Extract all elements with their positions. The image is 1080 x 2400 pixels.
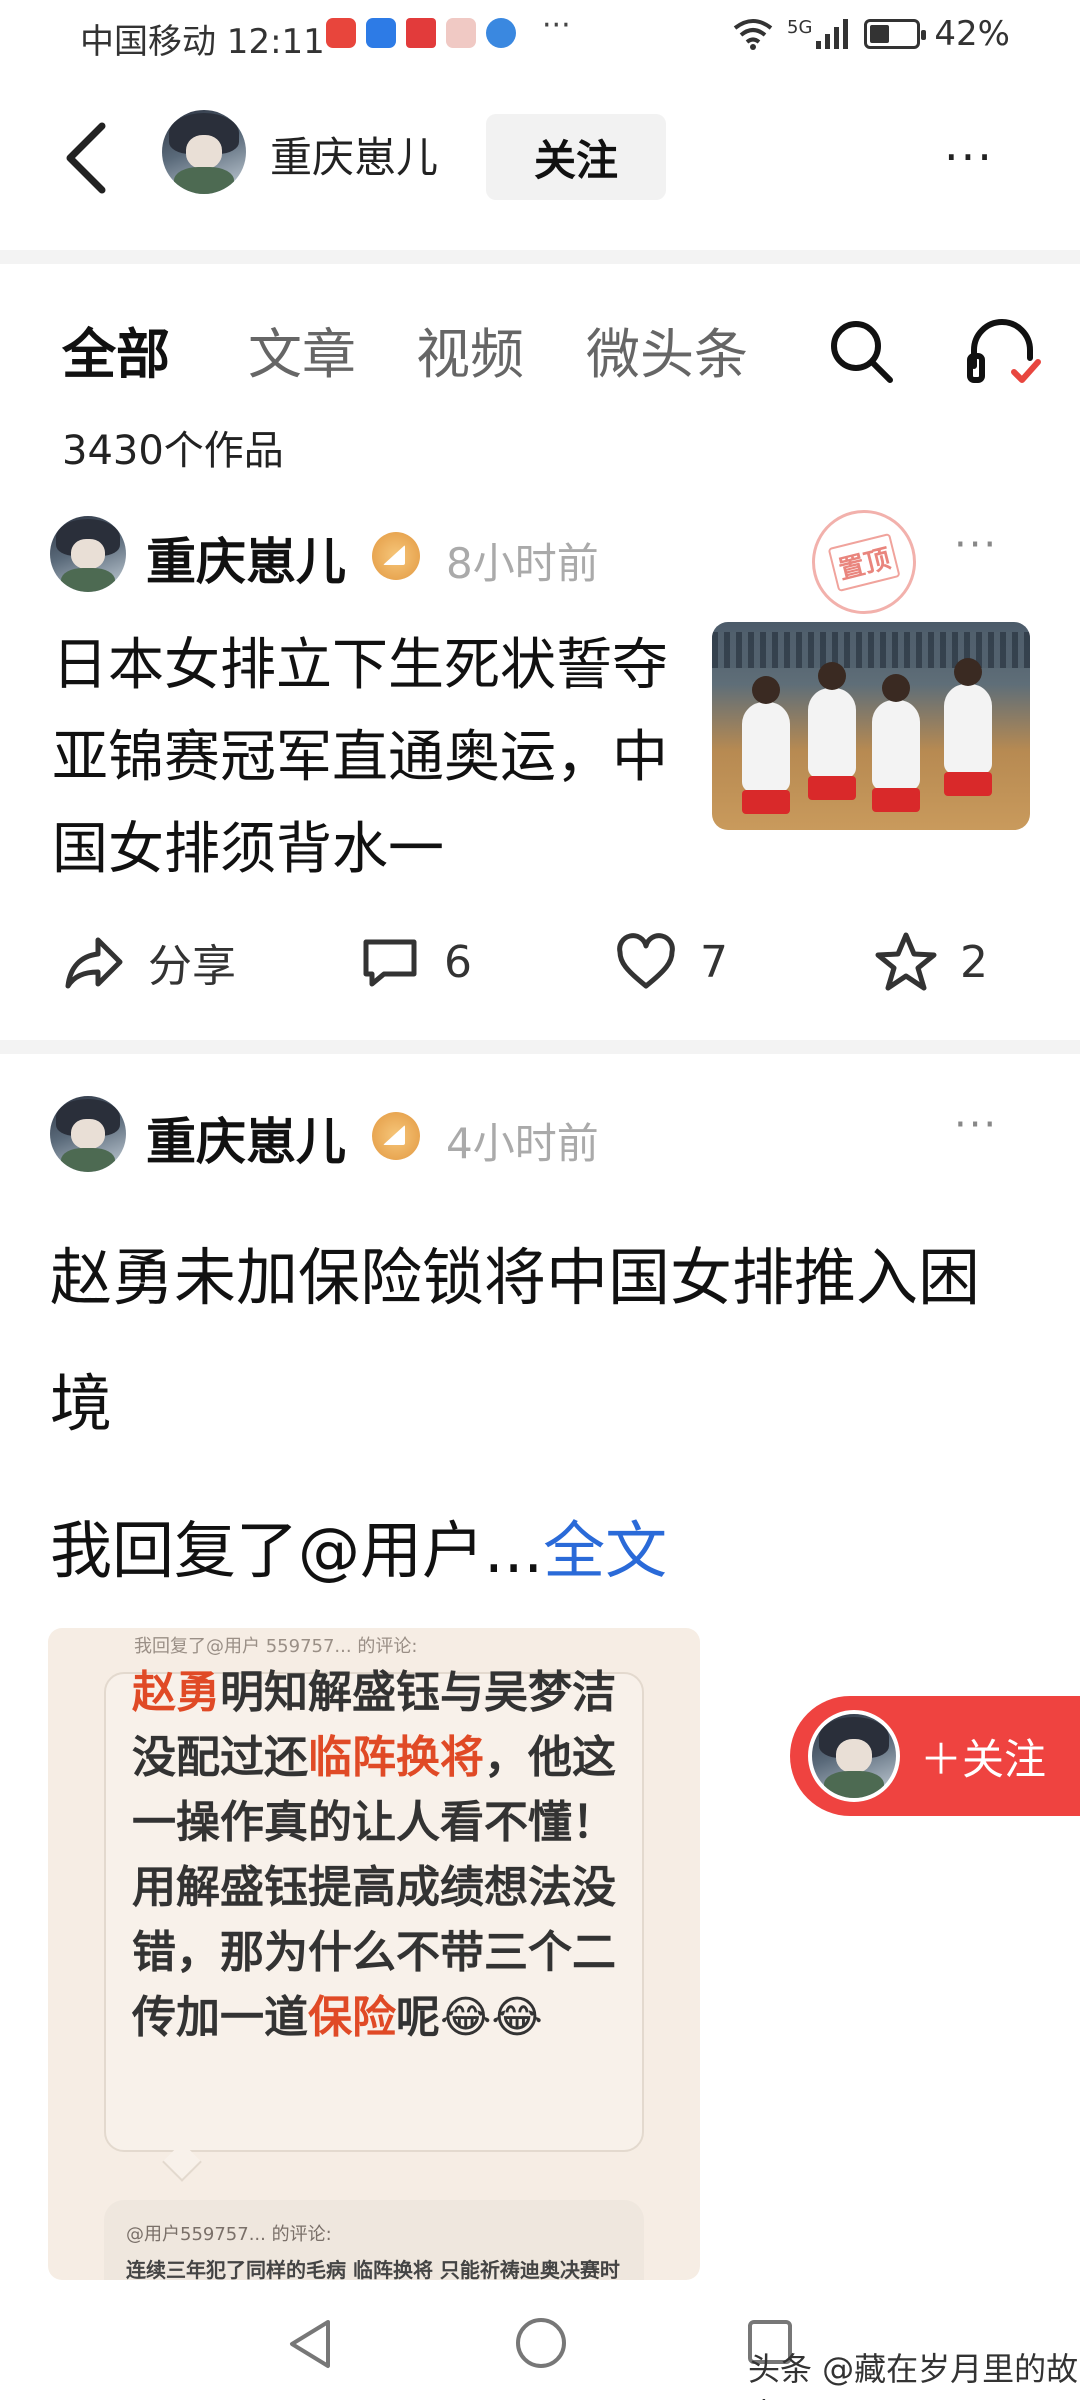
profile-header: 重庆崽儿 关注 ··· (0, 100, 1080, 210)
like-count: 7 (700, 936, 728, 988)
second-comment: @用户559757... 的评论: 连续三年犯了同样的毛病 临阵换将 只能祈祷迪… (104, 2200, 644, 2280)
browser-app-icon (486, 18, 516, 48)
weather-icon (366, 18, 396, 48)
carrier-time: 中国移动 12:11 (80, 22, 325, 62)
favorite-count: 2 (960, 936, 988, 988)
player-figure (944, 658, 992, 796)
post-more-icon[interactable]: ··· (954, 1102, 998, 1148)
author-name[interactable]: 重庆崽儿 (146, 522, 346, 594)
highlight-text: 临阵换将 (308, 1732, 484, 1783)
watermark: 头条 @藏在岁月里的故事 (748, 2350, 1079, 2400)
system-nav-bar: 头条 @藏在岁月里的故事 (0, 2290, 1080, 2400)
post-time: 8小时前 (446, 539, 599, 588)
avatar (808, 1710, 900, 1802)
player-figure (872, 674, 920, 812)
highlight-text: 赵勇 (132, 1667, 220, 1718)
volleyball-net (712, 632, 1030, 668)
heart-icon (617, 933, 675, 989)
back-arrow-icon[interactable] (58, 118, 118, 198)
post-title[interactable]: 赵勇未加保险锁将中国女排推入困境 (50, 1215, 1030, 1467)
like-button[interactable]: 7 (614, 930, 728, 994)
avatar[interactable] (50, 516, 126, 592)
second-comment-text: 连续三年犯了同样的毛病 临阵换将 只能祈祷迪奥决赛时 (126, 2258, 620, 2280)
second-comment-user: @用户559757... 的评论: (126, 2224, 332, 2245)
share-icon (65, 937, 123, 989)
post-more-icon[interactable]: ··· (954, 522, 998, 568)
comment-text: 赵勇明知解盛钰与吴梦洁没配过还临阵换将，他这一操作真的让人看不懂！用解盛钰提高成… (132, 1660, 632, 2050)
works-count: 3430个作品 (62, 428, 284, 474)
nav-home-icon[interactable] (516, 2318, 566, 2368)
post-actions: 分享 6 7 2 (0, 930, 1080, 1010)
huawei-app-icon (326, 18, 356, 48)
share-label: 分享 (148, 941, 236, 992)
signal-icon (816, 19, 849, 49)
more-options-icon[interactable]: ··· (944, 130, 994, 184)
divider (0, 250, 1080, 264)
verified-badge-icon (372, 1112, 420, 1160)
box-app-icon (446, 18, 476, 48)
listen-headset-icon[interactable] (964, 314, 1042, 388)
content-tabs: 全部 文章 视频 微头条 (0, 300, 1080, 390)
divider (0, 1040, 1080, 1054)
post-time: 4小时前 (446, 1119, 599, 1168)
comment-count: 6 (444, 936, 472, 988)
status-bar: 中国移动 12:11 ··· 5G 42% (0, 0, 1080, 75)
wifi-icon (733, 19, 773, 50)
profile-name[interactable]: 重庆崽儿 (270, 124, 438, 185)
favorite-button[interactable]: 2 (874, 930, 988, 994)
tab-micro-posts[interactable]: 微头条 (586, 310, 748, 389)
tab-all[interactable]: 全部 (62, 310, 170, 389)
post-image[interactable]: 我回复了@用户 559757... 的评论: 赵勇明知解盛钰与吴梦洁没配过还临阵… (48, 1628, 700, 2280)
book-app-icon (406, 18, 436, 48)
battery-level (870, 25, 889, 43)
highlight-text: 保险 (308, 1992, 396, 2043)
follow-button[interactable]: 关注 (486, 114, 666, 200)
player-figure (742, 676, 790, 814)
comment-button[interactable]: 6 (358, 930, 472, 994)
tab-articles[interactable]: 文章 (248, 310, 356, 389)
post-thumbnail[interactable] (712, 622, 1030, 830)
search-icon[interactable] (826, 316, 896, 386)
share-button[interactable]: 分享 (62, 930, 236, 994)
nav-back-icon[interactable] (286, 2318, 334, 2370)
post-title[interactable]: 日本女排立下生死状誓夺亚锦赛冠军直通奥运，中国女排须背水一 (52, 620, 692, 896)
floating-follow-button[interactable]: ＋关注 (790, 1696, 1080, 1816)
reply-text: 我回复了@用户... (50, 1514, 544, 1587)
player-figure (808, 662, 856, 800)
image-reply-header: 我回复了@用户 559757... 的评论: (134, 1636, 418, 1657)
post-header: 重庆崽儿 4小时前 ··· (0, 1084, 1080, 1184)
post-excerpt[interactable]: 我回复了@用户...全文 (50, 1500, 667, 1590)
network-type: 5G (787, 16, 813, 38)
battery-percent: 42% (934, 14, 1010, 54)
verified-badge-icon (372, 532, 420, 580)
post-header: 重庆崽儿 8小时前 ··· (0, 504, 1080, 604)
comment-icon (363, 939, 417, 987)
avatar[interactable] (50, 1096, 126, 1172)
full-text-link[interactable]: 全文 (543, 1514, 667, 1587)
star-icon (875, 932, 937, 991)
notification-icons (326, 18, 516, 48)
more-notifications-icon: ··· (542, 8, 571, 43)
avatar[interactable] (162, 110, 246, 194)
author-name[interactable]: 重庆崽儿 (146, 1102, 346, 1174)
floating-follow-label: ＋关注 (920, 1735, 1047, 1784)
battery-icon (864, 19, 927, 49)
pinned-label: 置顶 (827, 532, 901, 592)
comment-segment: 呢😂😂 (396, 1992, 543, 2043)
tab-videos[interactable]: 视频 (416, 310, 524, 389)
